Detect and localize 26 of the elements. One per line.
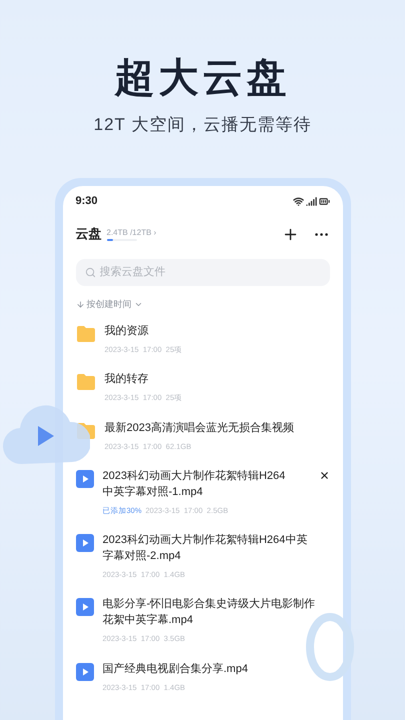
video-file-icon — [76, 662, 94, 680]
more-button[interactable] — [312, 230, 330, 238]
headline: 超大云盘 — [114, 58, 290, 98]
wifi-icon — [292, 196, 304, 207]
battery-icon — [318, 196, 330, 207]
file-name[interactable]: 国产经典电视剧合集分享.mp4 — [102, 660, 330, 676]
file-name[interactable]: 电影分享-怀旧电影合集史诗级大片电影制作花絮中英字幕.mp4 — [102, 596, 330, 628]
file-name[interactable]: 我的转存 — [104, 371, 330, 388]
file-name[interactable]: 2023科幻动画大片制作花絮特辑H264中英字幕对照-1.mp4 — [102, 468, 310, 500]
video-file-icon — [76, 598, 94, 616]
search-icon — [84, 266, 96, 278]
arrow-down-icon — [76, 300, 84, 309]
folder-icon — [76, 373, 96, 392]
file-name[interactable]: 我的资源 — [104, 323, 330, 339]
signal-icon — [306, 196, 316, 207]
status-time: 9:30 — [76, 194, 98, 210]
video-file-icon — [76, 470, 94, 488]
close-button[interactable] — [318, 470, 330, 481]
file-name[interactable]: 最新2023高清演唱会蓝光无损合集视频 — [104, 420, 330, 436]
folder-icon — [76, 325, 96, 343]
page-title: 云盘 — [76, 225, 102, 244]
video-file-icon — [76, 534, 94, 552]
file-name[interactable]: 2023科幻动画大片制作花絮特辑H264中英字幕对照-2.mp4 — [102, 532, 330, 564]
search-field[interactable]: 搜索云盘文件 — [76, 258, 330, 286]
more-icon — [314, 232, 328, 236]
subtitle: 12T 大空间，云播无需等待 — [94, 114, 312, 136]
